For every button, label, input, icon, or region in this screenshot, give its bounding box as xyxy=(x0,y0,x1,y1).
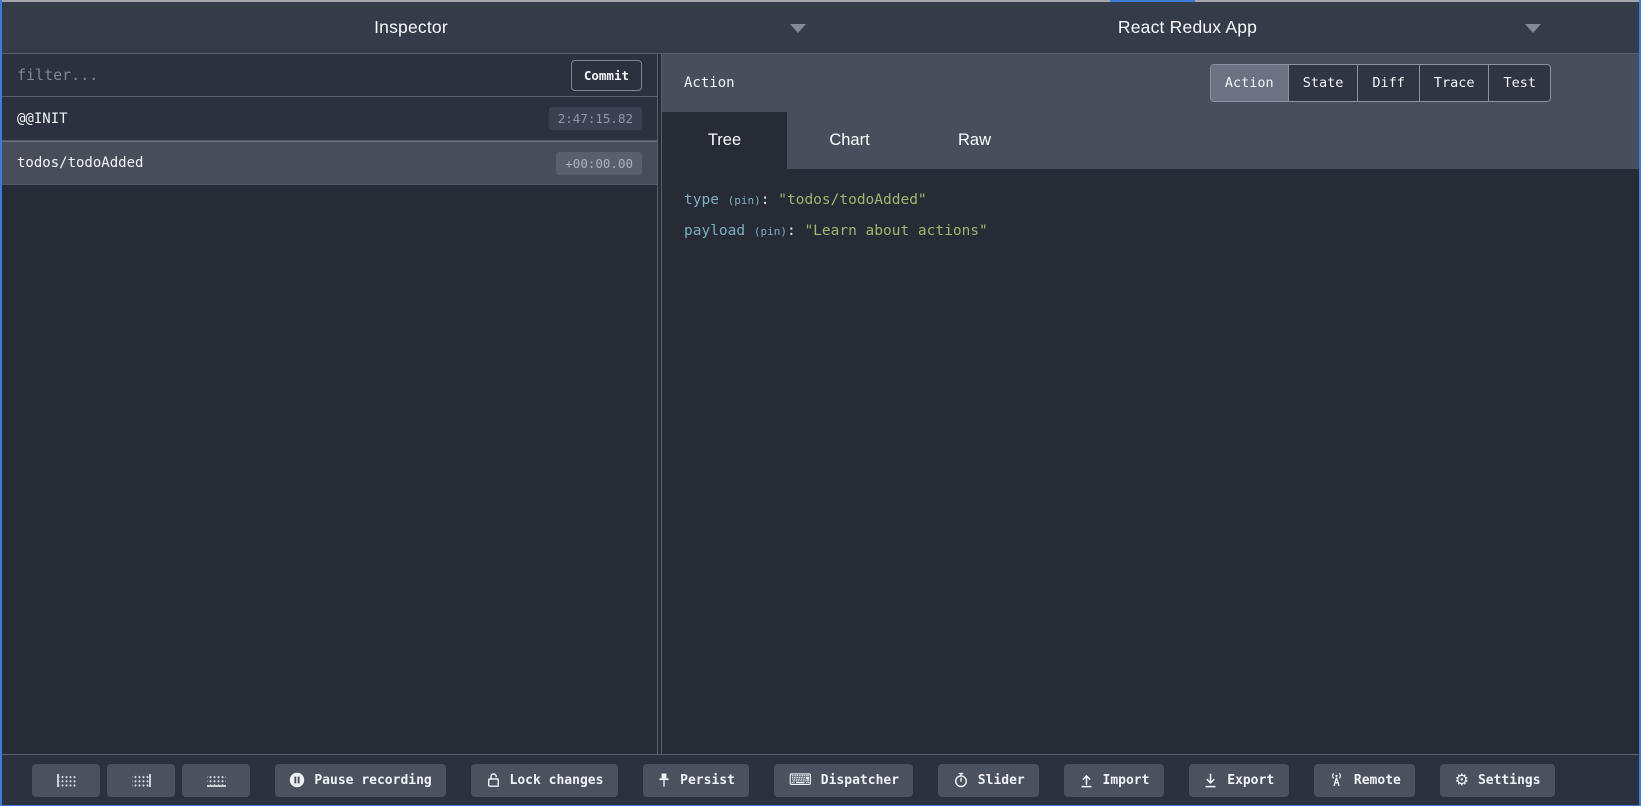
tab-trace[interactable]: Trace xyxy=(1420,65,1490,101)
export-button[interactable]: Export xyxy=(1189,764,1289,797)
subtab-raw[interactable]: Raw xyxy=(912,112,1037,169)
dock-bottom-icon xyxy=(207,774,226,787)
dock-bottom-button[interactable] xyxy=(182,764,250,797)
lock-changes-button[interactable]: Lock changes xyxy=(471,764,618,797)
button-label: Export xyxy=(1227,773,1274,788)
tree-value: "todos/todoAdded" xyxy=(778,192,926,208)
key-value-separator: : xyxy=(761,192,770,208)
bottom-toolbar: Pause recording Lock changes Persist ⌨ D… xyxy=(2,754,1639,805)
action-list-panel: Commit @@INIT 2:47:15.82 todos/todoAdded… xyxy=(2,54,658,754)
button-label: Remote xyxy=(1354,773,1401,788)
action-name: todos/todoAdded xyxy=(17,155,556,171)
monitor-select[interactable]: Inspector xyxy=(2,2,820,53)
button-label: Settings xyxy=(1478,773,1541,788)
tree-value: "Learn about actions" xyxy=(804,223,987,239)
button-label: Slider xyxy=(978,773,1025,788)
action-detail-panel: Action Action State Diff Trace Test Tree… xyxy=(661,54,1639,754)
dock-right-button[interactable] xyxy=(107,764,175,797)
subtab-chart[interactable]: Chart xyxy=(787,112,912,169)
subtab-tree[interactable]: Tree xyxy=(662,112,787,169)
main-split: Commit @@INIT 2:47:15.82 todos/todoAdded… xyxy=(2,54,1639,754)
button-label: Import xyxy=(1103,773,1150,788)
settings-button[interactable]: ⚙ Settings xyxy=(1440,764,1555,797)
tree-row-payload: payload (pin): "Learn about actions" xyxy=(684,216,1639,247)
tab-diff[interactable]: Diff xyxy=(1358,65,1420,101)
lock-icon xyxy=(486,772,501,788)
download-icon xyxy=(1203,772,1218,788)
detail-tab-group: Action State Diff Trace Test xyxy=(1210,64,1551,102)
json-tree: type (pin): "todos/todoAdded" payload (p… xyxy=(662,169,1639,754)
action-list-empty-area xyxy=(2,185,657,754)
pin-link[interactable]: (pin) xyxy=(754,225,787,238)
top-bar: Inspector React Redux App xyxy=(2,2,1639,54)
key-value-separator: : xyxy=(787,223,796,239)
tree-key: payload xyxy=(684,223,745,239)
button-label: Pause recording xyxy=(314,773,431,788)
chevron-down-icon xyxy=(790,24,806,33)
upload-icon xyxy=(1079,772,1094,788)
action-name: @@INIT xyxy=(17,111,549,127)
view-subtab-bar: Tree Chart Raw xyxy=(662,112,1639,169)
instance-select[interactable]: React Redux App xyxy=(820,2,1555,53)
tree-key: type xyxy=(684,192,719,208)
dock-left-button[interactable] xyxy=(32,764,100,797)
persist-button[interactable]: Persist xyxy=(643,764,750,797)
action-timestamp: 2:47:15.82 xyxy=(549,107,642,130)
tab-action[interactable]: Action xyxy=(1211,65,1289,101)
dock-right-icon xyxy=(132,774,151,787)
button-label: Persist xyxy=(680,773,735,788)
dock-left-icon xyxy=(57,774,76,787)
commit-button[interactable]: Commit xyxy=(571,60,642,91)
detail-header: Action Action State Diff Trace Test xyxy=(662,54,1639,112)
instance-select-value: React Redux App xyxy=(1118,17,1257,38)
button-label: Lock changes xyxy=(510,773,604,788)
tree-row-type: type (pin): "todos/todoAdded" xyxy=(684,185,1639,216)
pause-icon xyxy=(289,772,305,788)
filter-row: Commit xyxy=(2,54,657,97)
import-button[interactable]: Import xyxy=(1064,764,1164,797)
gear-icon: ⚙ xyxy=(1455,772,1469,788)
monitor-select-value: Inspector xyxy=(374,17,448,38)
pin-icon xyxy=(657,772,671,788)
keyboard-icon: ⌨ xyxy=(789,772,812,788)
tab-state[interactable]: State xyxy=(1289,65,1359,101)
pause-recording-button[interactable]: Pause recording xyxy=(275,764,446,797)
action-row-init[interactable]: @@INIT 2:47:15.82 xyxy=(2,97,657,141)
stopwatch-icon xyxy=(953,772,969,788)
action-timestamp: +00:00.00 xyxy=(556,152,642,175)
filter-input[interactable] xyxy=(17,66,571,84)
chevron-down-icon xyxy=(1525,24,1541,33)
tab-test[interactable]: Test xyxy=(1489,65,1550,101)
remote-button[interactable]: Remote xyxy=(1314,764,1416,797)
action-row-todo-added[interactable]: todos/todoAdded +00:00.00 xyxy=(2,141,657,185)
pin-link[interactable]: (pin) xyxy=(728,194,761,207)
detail-title: Action xyxy=(662,75,1210,91)
dispatcher-button[interactable]: ⌨ Dispatcher xyxy=(774,764,913,797)
button-label: Dispatcher xyxy=(821,773,899,788)
antenna-icon xyxy=(1328,772,1345,788)
slider-button[interactable]: Slider xyxy=(938,764,1039,797)
